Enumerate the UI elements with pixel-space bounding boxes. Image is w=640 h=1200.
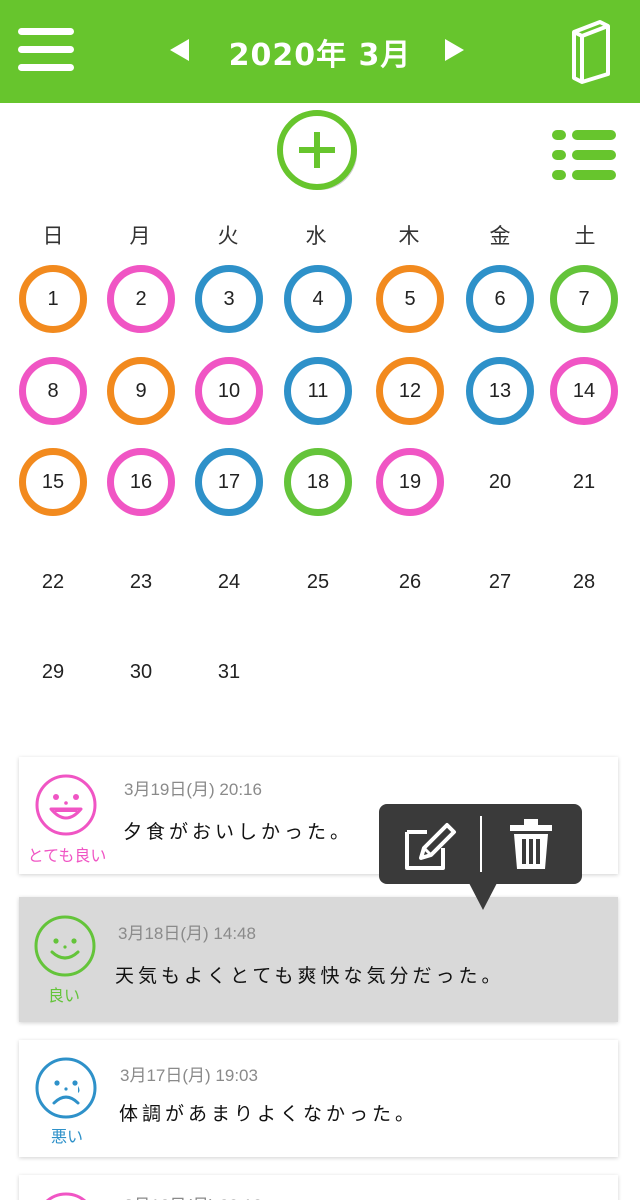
entry-date: 3月17日(月) 19:03 <box>120 1066 258 1085</box>
weekday-tue: 火 <box>217 224 239 248</box>
calendar-day-14[interactable]: 14 <box>550 357 618 425</box>
calendar-day-3[interactable]: 3 <box>195 265 263 333</box>
weekday-sun: 日 <box>42 224 64 248</box>
calendar-day-15[interactable]: 15 <box>19 448 87 516</box>
mood-label: 悪い <box>50 1127 83 1146</box>
calendar-day-12[interactable]: 12 <box>376 357 444 425</box>
calendar-day-29[interactable]: 29 <box>19 638 87 706</box>
calendar-day-16[interactable]: 16 <box>107 448 175 516</box>
calendar-day-28[interactable]: 28 <box>550 548 618 616</box>
calendar-day-23[interactable]: 23 <box>107 548 175 616</box>
calendar-day-30[interactable]: 30 <box>107 638 175 706</box>
calendar-day-24[interactable]: 24 <box>195 548 263 616</box>
calendar-day-1[interactable]: 1 <box>19 265 87 333</box>
entry-date: 3月19日(月) 20:16 <box>124 780 262 799</box>
calendar-day-25[interactable]: 25 <box>284 548 352 616</box>
calendar-day-19[interactable]: 19 <box>376 448 444 516</box>
calendar-day-18[interactable]: 18 <box>284 448 352 516</box>
calendar-day-9[interactable]: 9 <box>107 357 175 425</box>
calendar-day-8[interactable]: 8 <box>19 357 87 425</box>
sad-face-icon <box>35 1057 97 1119</box>
app-header: 2020年 3月 <box>0 0 640 103</box>
calendar-day-10[interactable]: 10 <box>195 357 263 425</box>
weekday-thu: 木 <box>398 224 420 248</box>
entry-action-popup <box>379 804 582 884</box>
next-month-button[interactable] <box>445 39 464 61</box>
hamburger-menu-icon[interactable] <box>18 26 74 74</box>
diary-entry-selected[interactable]: 良い 3月18日(月) 14:48 天気もよくとても爽快な気分だった。 <box>19 897 618 1022</box>
diary-entry[interactable]: 悪い 3月17日(月) 19:03 体調があまりよくなかった。 <box>19 1040 618 1157</box>
very-happy-face-icon <box>35 774 97 836</box>
popup-pointer <box>469 883 497 910</box>
trash-icon[interactable] <box>509 818 553 870</box>
entry-text: 夕食がおいしかった。 <box>123 821 354 843</box>
calendar-day-21[interactable]: 21 <box>550 448 618 516</box>
happy-face-icon <box>34 915 96 977</box>
book-icon[interactable] <box>566 18 616 84</box>
calendar-day-5[interactable]: 5 <box>376 265 444 333</box>
weekday-wed: 水 <box>305 224 327 248</box>
calendar-day-20[interactable]: 20 <box>466 448 534 516</box>
mood-label: 良い <box>47 986 80 1005</box>
calendar-day-31[interactable]: 31 <box>195 638 263 706</box>
entry-text: 体調があまりよくなかった。 <box>119 1103 419 1125</box>
edit-pencil-icon[interactable] <box>403 818 457 872</box>
month-title: 2020年 3月 <box>228 38 412 73</box>
calendar-day-2[interactable]: 2 <box>107 265 175 333</box>
calendar-day-22[interactable]: 22 <box>19 548 87 616</box>
list-view-icon[interactable] <box>550 130 616 182</box>
calendar-day-17[interactable]: 17 <box>195 448 263 516</box>
calendar-day-13[interactable]: 13 <box>466 357 534 425</box>
diary-entry[interactable]: 3月16日(月) 20:16 <box>19 1175 618 1200</box>
popup-divider <box>480 816 482 872</box>
prev-month-button[interactable] <box>170 39 189 61</box>
weekday-mon: 月 <box>129 224 151 248</box>
calendar-day-4[interactable]: 4 <box>284 265 352 333</box>
entry-date: 3月16日(月) 20:16 <box>124 1191 262 1200</box>
weekday-fri: 金 <box>489 224 511 248</box>
entry-date: 3月18日(月) 14:48 <box>118 924 256 943</box>
weekday-sat: 土 <box>574 224 596 248</box>
add-entry-button[interactable] <box>276 108 360 192</box>
entry-text: 天気もよくとても爽快な気分だった。 <box>115 965 505 987</box>
calendar-day-27[interactable]: 27 <box>466 548 534 616</box>
mood-label: とても良い <box>27 846 107 865</box>
calendar-day-11[interactable]: 11 <box>284 357 352 425</box>
very-happy-face-icon <box>45 1192 87 1200</box>
calendar-day-26[interactable]: 26 <box>376 548 444 616</box>
calendar-day-7[interactable]: 7 <box>550 265 618 333</box>
calendar-day-6[interactable]: 6 <box>466 265 534 333</box>
